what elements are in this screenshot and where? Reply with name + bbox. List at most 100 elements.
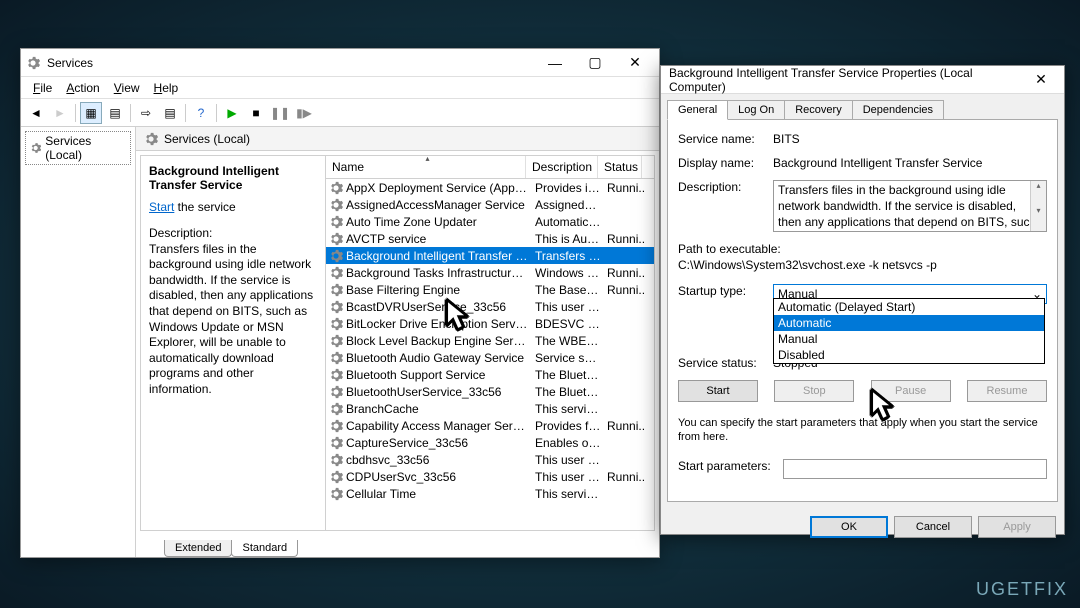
label-display-name: Display name: bbox=[678, 156, 773, 170]
tab-general[interactable]: General bbox=[667, 100, 728, 120]
menubar: File Action View Help bbox=[21, 77, 659, 99]
gear-icon bbox=[329, 402, 343, 416]
service-row[interactable]: Background Intelligent Transfer ServiceT… bbox=[326, 247, 654, 264]
refresh-icon[interactable]: ▤ bbox=[159, 102, 181, 124]
service-row[interactable]: Bluetooth Audio Gateway ServiceService s… bbox=[326, 349, 654, 366]
service-row[interactable]: Background Tasks Infrastructure ServiceW… bbox=[326, 264, 654, 281]
column-name[interactable]: Name bbox=[326, 156, 526, 178]
service-desc: The Bluetoo... bbox=[529, 368, 601, 382]
menu-file[interactable]: File bbox=[27, 79, 58, 97]
properties-dialog: Background Intelligent Transfer Service … bbox=[660, 65, 1065, 535]
service-desc: Windows in... bbox=[529, 266, 601, 280]
dialog-body: Service name: BITS Display name: Backgro… bbox=[667, 119, 1058, 502]
list-header: Name Description Status bbox=[326, 156, 654, 179]
service-row[interactable]: Block Level Backup Engine ServiceThe WBE… bbox=[326, 332, 654, 349]
help-icon[interactable]: ? bbox=[190, 102, 212, 124]
start-params-input[interactable] bbox=[783, 459, 1047, 479]
service-row[interactable]: Auto Time Zone UpdaterAutomatica... bbox=[326, 213, 654, 230]
service-row[interactable]: BitLocker Drive Encryption ServiceBDESVC… bbox=[326, 315, 654, 332]
service-row[interactable]: BranchCacheThis service... bbox=[326, 400, 654, 417]
tree-item-services-local[interactable]: Services (Local) bbox=[25, 131, 131, 165]
tab-logon[interactable]: Log On bbox=[727, 100, 785, 120]
service-row[interactable]: CaptureService_33c56Enables opti... bbox=[326, 434, 654, 451]
service-desc: Service sup... bbox=[529, 351, 601, 365]
start-link[interactable]: Start bbox=[149, 200, 174, 214]
bottom-tabs: Extended Standard bbox=[136, 535, 659, 557]
start-icon[interactable]: ▶ bbox=[221, 102, 243, 124]
value-display-name: Background Intelligent Transfer Service bbox=[773, 156, 1047, 170]
service-row[interactable]: CDPUserSvc_33c56This user ser...Runni... bbox=[326, 468, 654, 485]
dropdown-option[interactable]: Automatic (Delayed Start) bbox=[774, 299, 1044, 315]
tab-dependencies[interactable]: Dependencies bbox=[852, 100, 944, 120]
minimize-button[interactable]: — bbox=[535, 49, 575, 76]
dialog-close-button[interactable]: ✕ bbox=[1026, 71, 1056, 88]
toolbar-app-icon[interactable]: ▦ bbox=[80, 102, 102, 124]
service-desc: Automatica... bbox=[529, 215, 601, 229]
tree-item-label: Services (Local) bbox=[45, 134, 126, 162]
properties-icon[interactable]: ▤ bbox=[104, 102, 126, 124]
scrollbar[interactable]: ▴▾ bbox=[1030, 181, 1046, 231]
service-name: BcastDVRUserService_33c56 bbox=[346, 300, 529, 314]
back-button[interactable]: ◄ bbox=[25, 102, 47, 124]
tab-extended[interactable]: Extended bbox=[164, 540, 232, 557]
titlebar: Services — ▢ ✕ bbox=[21, 49, 659, 77]
stop-icon[interactable]: ■ bbox=[245, 102, 267, 124]
gear-icon bbox=[329, 232, 343, 246]
ok-button[interactable]: OK bbox=[810, 516, 888, 538]
service-row[interactable]: Base Filtering EngineThe Base Fil...Runn… bbox=[326, 281, 654, 298]
description-label: Description: bbox=[149, 226, 317, 242]
menu-help[interactable]: Help bbox=[148, 79, 185, 97]
service-name: Bluetooth Audio Gateway Service bbox=[346, 351, 529, 365]
service-row[interactable]: Capability Access Manager ServiceProvide… bbox=[326, 417, 654, 434]
tab-standard[interactable]: Standard bbox=[231, 540, 298, 557]
dialog-titlebar: Background Intelligent Transfer Service … bbox=[661, 66, 1064, 94]
dropdown-option[interactable]: Manual bbox=[774, 331, 1044, 347]
close-button[interactable]: ✕ bbox=[615, 49, 655, 76]
service-status: Runni... bbox=[601, 181, 645, 195]
gear-icon bbox=[329, 351, 343, 365]
service-row[interactable]: cbdhsvc_33c56This user ser... bbox=[326, 451, 654, 468]
service-row[interactable]: BluetoothUserService_33c56The Bluetoo... bbox=[326, 383, 654, 400]
pause-icon[interactable]: ❚❚ bbox=[269, 102, 291, 124]
service-row[interactable]: Bluetooth Support ServiceThe Bluetoo... bbox=[326, 366, 654, 383]
service-row[interactable]: BcastDVRUserService_33c56This user ser..… bbox=[326, 298, 654, 315]
start-button[interactable]: Start bbox=[678, 380, 758, 402]
service-desc: Transfers fil... bbox=[529, 249, 601, 263]
service-desc: This is Audi... bbox=[529, 232, 601, 246]
panel-header: Services (Local) bbox=[136, 127, 659, 151]
menu-action[interactable]: Action bbox=[60, 79, 105, 97]
menu-view[interactable]: View bbox=[108, 79, 146, 97]
service-name: Bluetooth Support Service bbox=[346, 368, 529, 382]
service-desc: The Bluetoo... bbox=[529, 385, 601, 399]
forward-button[interactable]: ► bbox=[49, 102, 71, 124]
gear-icon bbox=[329, 198, 343, 212]
dropdown-option[interactable]: Disabled bbox=[774, 347, 1044, 363]
startup-dropdown-list: Automatic (Delayed Start)AutomaticManual… bbox=[773, 298, 1045, 364]
service-row[interactable]: AppX Deployment Service (AppXSVC)Provide… bbox=[326, 179, 654, 196]
toolbar: ◄ ► ▦ ▤ ⇨ ▤ ? ▶ ■ ❚❚ ▮▶ bbox=[21, 99, 659, 127]
gear-icon bbox=[329, 283, 343, 297]
service-row[interactable]: AssignedAccessManager ServiceAssignedAc.… bbox=[326, 196, 654, 213]
service-desc: This service... bbox=[529, 487, 601, 501]
service-row[interactable]: Cellular TimeThis service... bbox=[326, 485, 654, 502]
dropdown-option[interactable]: Automatic bbox=[774, 315, 1044, 331]
service-desc: Provides inf... bbox=[529, 181, 601, 195]
tree-pane: Services (Local) bbox=[21, 127, 136, 557]
resume-button[interactable]: Resume bbox=[967, 380, 1047, 402]
maximize-button[interactable]: ▢ bbox=[575, 49, 615, 76]
dialog-tabs: General Log On Recovery Dependencies bbox=[661, 94, 1064, 120]
service-name: Background Intelligent Transfer Service bbox=[346, 249, 529, 263]
service-name: CDPUserSvc_33c56 bbox=[346, 470, 529, 484]
column-status[interactable]: Status bbox=[598, 156, 642, 178]
service-desc: AssignedAc... bbox=[529, 198, 601, 212]
column-description[interactable]: Description bbox=[526, 156, 598, 178]
cancel-button[interactable]: Cancel bbox=[894, 516, 972, 538]
service-row[interactable]: AVCTP serviceThis is Audi...Runni... bbox=[326, 230, 654, 247]
apply-button[interactable]: Apply bbox=[978, 516, 1056, 538]
stop-button[interactable]: Stop bbox=[774, 380, 854, 402]
export-icon[interactable]: ⇨ bbox=[135, 102, 157, 124]
label-description: Description: bbox=[678, 180, 773, 194]
tab-recovery[interactable]: Recovery bbox=[784, 100, 852, 120]
service-desc: This user ser... bbox=[529, 453, 601, 467]
restart-icon[interactable]: ▮▶ bbox=[293, 102, 315, 124]
